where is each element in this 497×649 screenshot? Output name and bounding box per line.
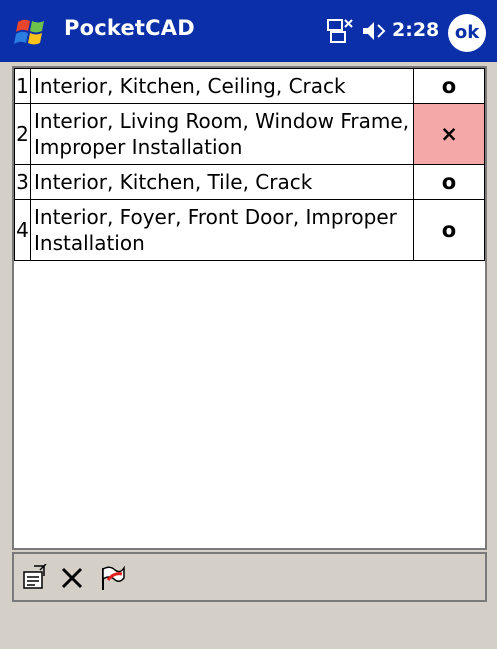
title-bar: PocketCAD 2:28 ok <box>0 0 497 62</box>
app-title: PocketCAD <box>64 16 195 40</box>
status-pass-cell[interactable]: o <box>413 199 485 261</box>
table-row[interactable]: 3 Interior, Kitchen, Tile, Crack o <box>14 164 485 200</box>
command-toolbar <box>12 552 487 602</box>
status-fail-cell[interactable]: × <box>413 103 485 165</box>
delete-icon[interactable] <box>58 564 86 592</box>
row-description: Interior, Foyer, Front Door, Improper In… <box>30 199 414 261</box>
table-row[interactable]: 2 Interior, Living Room, Window Frame, I… <box>14 103 485 165</box>
issues-table: 1 Interior, Kitchen, Ceiling, Crack o 2 … <box>14 68 485 261</box>
row-number: 3 <box>14 164 31 200</box>
volume-icon[interactable] <box>360 19 388 43</box>
status-pass-cell[interactable]: o <box>413 164 485 200</box>
table-row[interactable]: 1 Interior, Kitchen, Ceiling, Crack o <box>14 68 485 104</box>
properties-icon[interactable] <box>20 564 48 592</box>
table-row[interactable]: 4 Interior, Foyer, Front Door, Improper … <box>14 199 485 261</box>
connectivity-icon[interactable] <box>326 17 354 45</box>
row-number: 2 <box>14 103 31 165</box>
clock[interactable]: 2:28 <box>392 19 439 41</box>
issues-list: 1 Interior, Kitchen, Ceiling, Crack o 2 … <box>12 66 487 550</box>
row-number: 1 <box>14 68 31 104</box>
ok-button[interactable]: ok <box>448 14 486 52</box>
input-panel-area <box>0 604 497 649</box>
status-pass-cell[interactable]: o <box>413 68 485 104</box>
row-description: Interior, Kitchen, Ceiling, Crack <box>30 68 414 104</box>
windows-start-icon[interactable] <box>10 14 56 50</box>
row-description: Interior, Living Room, Window Frame, Imp… <box>30 103 414 165</box>
row-description: Interior, Kitchen, Tile, Crack <box>30 164 414 200</box>
row-number: 4 <box>14 199 31 261</box>
flag-icon[interactable] <box>98 564 126 592</box>
